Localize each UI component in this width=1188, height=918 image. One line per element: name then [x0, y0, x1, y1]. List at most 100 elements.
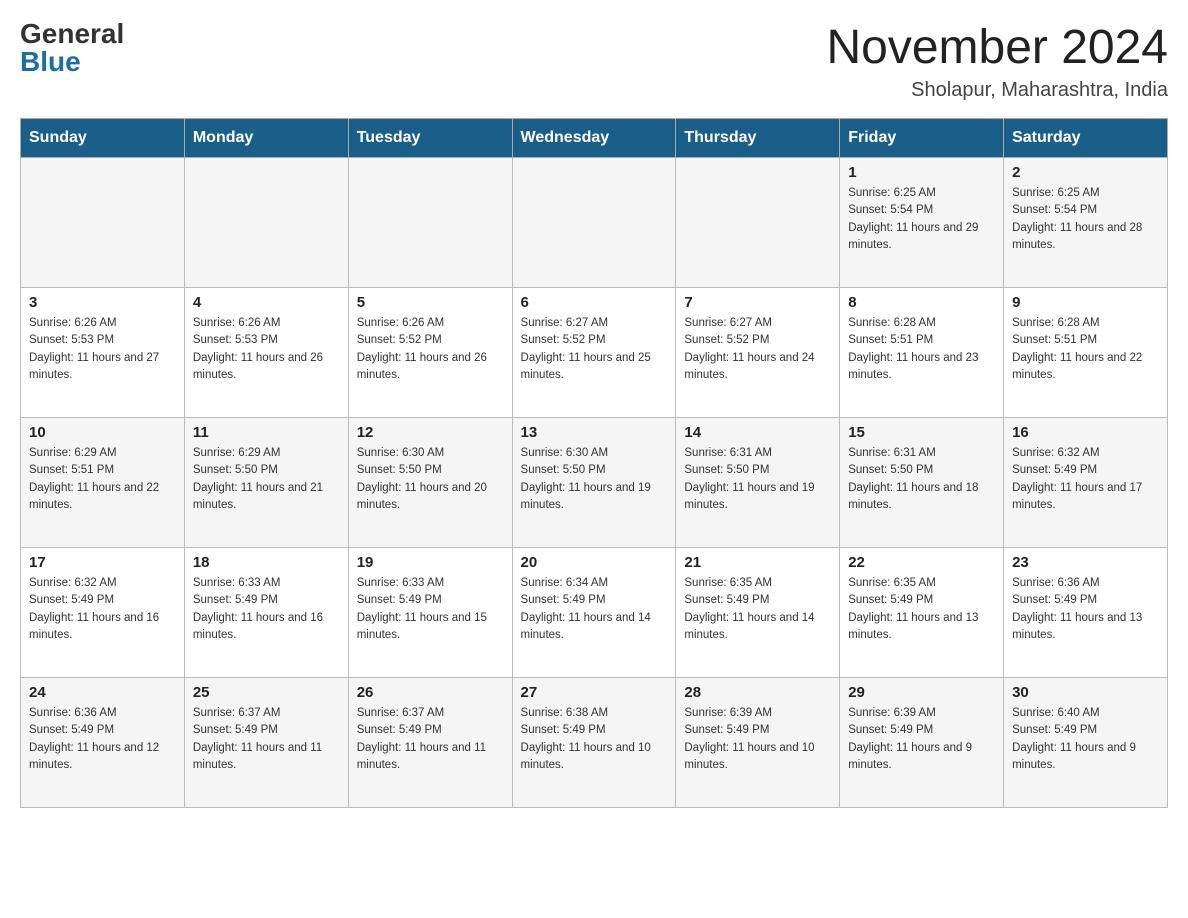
- day-number: 29: [848, 684, 995, 701]
- day-info: Sunrise: 6:27 AMSunset: 5:52 PMDaylight:…: [684, 315, 831, 384]
- day-info: Sunrise: 6:37 AMSunset: 5:49 PMDaylight:…: [357, 705, 504, 774]
- day-info: Sunrise: 6:28 AMSunset: 5:51 PMDaylight:…: [848, 315, 995, 384]
- day-info: Sunrise: 6:36 AMSunset: 5:49 PMDaylight:…: [1012, 575, 1159, 644]
- day-of-week-wednesday: Wednesday: [512, 119, 676, 158]
- day-number: 7: [684, 294, 831, 311]
- calendar-cell: 21 Sunrise: 6:35 AMSunset: 5:49 PMDayligh…: [676, 548, 840, 678]
- days-of-week-row: SundayMondayTuesdayWednesdayThursdayFrid…: [21, 119, 1168, 158]
- calendar-cell: 24 Sunrise: 6:36 AMSunset: 5:49 PMDayligh…: [21, 678, 185, 808]
- calendar-cell: 4 Sunrise: 6:26 AMSunset: 5:53 PMDaylight…: [184, 288, 348, 418]
- calendar-cell: 23 Sunrise: 6:36 AMSunset: 5:49 PMDayligh…: [1004, 548, 1168, 678]
- location: Sholapur, Maharashtra, India: [826, 79, 1168, 102]
- calendar-cell: 17 Sunrise: 6:32 AMSunset: 5:49 PMDayligh…: [21, 548, 185, 678]
- day-info: Sunrise: 6:30 AMSunset: 5:50 PMDaylight:…: [357, 445, 504, 514]
- day-number: 10: [29, 424, 176, 441]
- day-number: 18: [193, 554, 340, 571]
- month-title: November 2024: [826, 20, 1168, 75]
- day-number: 27: [521, 684, 668, 701]
- calendar-cell: 28Sunrise: 6:39 AMSunset: 5:49 PMDayligh…: [676, 678, 840, 808]
- day-number: 15: [848, 424, 995, 441]
- header-right: November 2024 Sholapur, Maharashtra, Ind…: [826, 20, 1168, 102]
- calendar-cell: 30Sunrise: 6:40 AMSunset: 5:49 PMDayligh…: [1004, 678, 1168, 808]
- day-info: Sunrise: 6:32 AMSunset: 5:49 PMDaylight:…: [1012, 445, 1159, 514]
- day-number: 23: [1012, 554, 1159, 571]
- day-number: 16: [1012, 424, 1159, 441]
- day-info: Sunrise: 6:40 AMSunset: 5:49 PMDaylight:…: [1012, 705, 1159, 774]
- day-info: Sunrise: 6:27 AMSunset: 5:52 PMDaylight:…: [521, 315, 668, 384]
- calendar-cell: 29Sunrise: 6:39 AMSunset: 5:49 PMDayligh…: [840, 678, 1004, 808]
- day-info: Sunrise: 6:32 AMSunset: 5:49 PMDaylight:…: [29, 575, 176, 644]
- day-number: 28: [684, 684, 831, 701]
- calendar-cell: 27Sunrise: 6:38 AMSunset: 5:49 PMDayligh…: [512, 678, 676, 808]
- day-number: 2: [1012, 164, 1159, 181]
- day-number: 11: [193, 424, 340, 441]
- day-number: 13: [521, 424, 668, 441]
- calendar-header: SundayMondayTuesdayWednesdayThursdayFrid…: [21, 119, 1168, 158]
- calendar-cell: [512, 158, 676, 288]
- logo-blue-text: Blue: [20, 48, 81, 76]
- calendar-cell: 16 Sunrise: 6:32 AMSunset: 5:49 PMDayligh…: [1004, 418, 1168, 548]
- day-number: 5: [357, 294, 504, 311]
- day-number: 22: [848, 554, 995, 571]
- calendar-cell: 26 Sunrise: 6:37 AMSunset: 5:49 PMDayligh…: [348, 678, 512, 808]
- day-number: 3: [29, 294, 176, 311]
- day-of-week-monday: Monday: [184, 119, 348, 158]
- calendar-cell: 7 Sunrise: 6:27 AMSunset: 5:52 PMDaylight…: [676, 288, 840, 418]
- day-info: Sunrise: 6:31 AMSunset: 5:50 PMDaylight:…: [684, 445, 831, 514]
- week-row-5: 24 Sunrise: 6:36 AMSunset: 5:49 PMDayligh…: [21, 678, 1168, 808]
- day-number: 21: [684, 554, 831, 571]
- calendar-cell: 5Sunrise: 6:26 AMSunset: 5:52 PMDaylight…: [348, 288, 512, 418]
- calendar-cell: 14 Sunrise: 6:31 AMSunset: 5:50 PMDayligh…: [676, 418, 840, 548]
- day-of-week-tuesday: Tuesday: [348, 119, 512, 158]
- calendar-cell: [348, 158, 512, 288]
- calendar-cell: 11 Sunrise: 6:29 AMSunset: 5:50 PMDayligh…: [184, 418, 348, 548]
- day-number: 24: [29, 684, 176, 701]
- calendar-cell: 9 Sunrise: 6:28 AMSunset: 5:51 PMDaylight…: [1004, 288, 1168, 418]
- day-of-week-saturday: Saturday: [1004, 119, 1168, 158]
- day-info: Sunrise: 6:30 AMSunset: 5:50 PMDaylight:…: [521, 445, 668, 514]
- day-number: 1: [848, 164, 995, 181]
- week-row-1: 1 Sunrise: 6:25 AMSunset: 5:54 PMDaylight…: [21, 158, 1168, 288]
- calendar-cell: [184, 158, 348, 288]
- day-number: 17: [29, 554, 176, 571]
- calendar-cell: 1 Sunrise: 6:25 AMSunset: 5:54 PMDaylight…: [840, 158, 1004, 288]
- day-number: 12: [357, 424, 504, 441]
- calendar-cell: 19Sunrise: 6:33 AMSunset: 5:49 PMDayligh…: [348, 548, 512, 678]
- day-info: Sunrise: 6:29 AMSunset: 5:50 PMDaylight:…: [193, 445, 340, 514]
- day-info: Sunrise: 6:25 AMSunset: 5:54 PMDaylight:…: [848, 185, 995, 254]
- calendar-table: SundayMondayTuesdayWednesdayThursdayFrid…: [20, 118, 1168, 808]
- calendar-cell: 25 Sunrise: 6:37 AMSunset: 5:49 PMDayligh…: [184, 678, 348, 808]
- day-info: Sunrise: 6:31 AMSunset: 5:50 PMDaylight:…: [848, 445, 995, 514]
- calendar-cell: 10Sunrise: 6:29 AMSunset: 5:51 PMDayligh…: [21, 418, 185, 548]
- logo-general-text: General: [20, 20, 124, 48]
- calendar-body: 1 Sunrise: 6:25 AMSunset: 5:54 PMDaylight…: [21, 158, 1168, 808]
- day-number: 25: [193, 684, 340, 701]
- day-of-week-thursday: Thursday: [676, 119, 840, 158]
- day-info: Sunrise: 6:36 AMSunset: 5:49 PMDaylight:…: [29, 705, 176, 774]
- day-of-week-friday: Friday: [840, 119, 1004, 158]
- day-number: 26: [357, 684, 504, 701]
- day-info: Sunrise: 6:37 AMSunset: 5:49 PMDaylight:…: [193, 705, 340, 774]
- day-info: Sunrise: 6:34 AMSunset: 5:49 PMDaylight:…: [521, 575, 668, 644]
- calendar-cell: 12 Sunrise: 6:30 AMSunset: 5:50 PMDayligh…: [348, 418, 512, 548]
- calendar-cell: 6Sunrise: 6:27 AMSunset: 5:52 PMDaylight…: [512, 288, 676, 418]
- day-info: Sunrise: 6:28 AMSunset: 5:51 PMDaylight:…: [1012, 315, 1159, 384]
- day-info: Sunrise: 6:35 AMSunset: 5:49 PMDaylight:…: [848, 575, 995, 644]
- day-info: Sunrise: 6:33 AMSunset: 5:49 PMDaylight:…: [193, 575, 340, 644]
- calendar-cell: 8 Sunrise: 6:28 AMSunset: 5:51 PMDaylight…: [840, 288, 1004, 418]
- calendar-cell: 22 Sunrise: 6:35 AMSunset: 5:49 PMDayligh…: [840, 548, 1004, 678]
- calendar-cell: 3Sunrise: 6:26 AMSunset: 5:53 PMDaylight…: [21, 288, 185, 418]
- week-row-2: 3 Sunrise: 6:26 AMSunset: 5:53 PMDaylight…: [21, 288, 1168, 418]
- day-info: Sunrise: 6:26 AMSunset: 5:53 PMDaylight:…: [193, 315, 340, 384]
- day-number: 4: [193, 294, 340, 311]
- calendar-cell: [676, 158, 840, 288]
- calendar-cell: 20Sunrise: 6:34 AMSunset: 5:49 PMDayligh…: [512, 548, 676, 678]
- day-number: 8: [848, 294, 995, 311]
- day-info: Sunrise: 6:25 AMSunset: 5:54 PMDaylight:…: [1012, 185, 1159, 254]
- day-number: 19: [357, 554, 504, 571]
- day-number: 9: [1012, 294, 1159, 311]
- page-header: General Blue November 2024 Sholapur, Mah…: [20, 20, 1168, 102]
- day-info: Sunrise: 6:35 AMSunset: 5:49 PMDaylight:…: [684, 575, 831, 644]
- calendar-cell: 2 Sunrise: 6:25 AMSunset: 5:54 PMDaylight…: [1004, 158, 1168, 288]
- day-number: 14: [684, 424, 831, 441]
